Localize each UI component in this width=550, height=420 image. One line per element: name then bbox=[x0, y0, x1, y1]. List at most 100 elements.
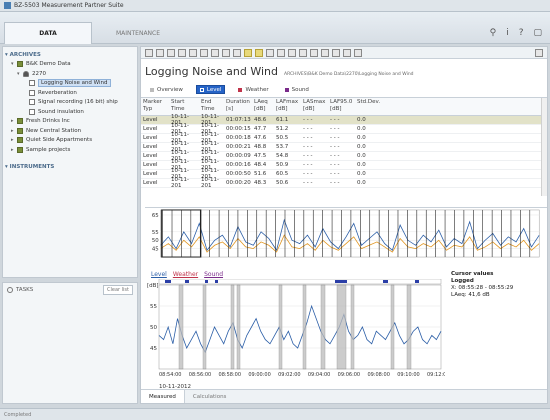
folder-icon bbox=[17, 61, 23, 68]
toolbar-button[interactable] bbox=[167, 48, 175, 57]
column-header-unit: [dB] bbox=[303, 106, 315, 113]
table-cell: 54.8 bbox=[276, 153, 289, 159]
tree-item[interactable]: Logging Noise and Wind bbox=[5, 79, 135, 89]
column-header[interactable]: LAFmax [dB] bbox=[274, 98, 301, 115]
event-bar bbox=[390, 284, 395, 370]
tree-item[interactable]: ▸ Sample projects bbox=[5, 145, 135, 155]
file-icon bbox=[29, 89, 35, 96]
table-cell: Level bbox=[143, 117, 158, 123]
tab-maintenance[interactable]: MAINTENANCE bbox=[94, 22, 182, 44]
toolbar-button[interactable] bbox=[200, 48, 208, 57]
toolbar-button[interactable] bbox=[332, 48, 340, 57]
tab-measured[interactable]: Measured bbox=[141, 390, 185, 403]
tree-item[interactable]: Signal recording (16 bit) ship bbox=[5, 98, 135, 108]
overview-chart[interactable]: 65 55 50 45 bbox=[145, 207, 547, 259]
table-cell: 53.7 bbox=[276, 144, 289, 150]
tree-item-label: New Central Station bbox=[26, 127, 82, 134]
tasks-label[interactable]: TASKS bbox=[16, 287, 33, 293]
table-cell: - - - bbox=[303, 135, 313, 141]
marker-block bbox=[165, 280, 171, 283]
legend-sound[interactable]: Sound bbox=[204, 271, 223, 278]
cursor-x-value: X: 08:55:28 - 08:55:29 bbox=[451, 285, 514, 292]
toolbar-button[interactable] bbox=[277, 48, 285, 57]
toolbar-button[interactable] bbox=[178, 48, 186, 57]
instruments-section[interactable]: ▾ INSTRUMENTS bbox=[5, 163, 135, 173]
legend-weather[interactable]: Weather bbox=[173, 271, 198, 278]
cursor-laeq-value: LAeq: 41,6 dB bbox=[451, 292, 490, 299]
toolbar-button[interactable] bbox=[299, 48, 307, 57]
column-header[interactable]: LAeq [dB] bbox=[252, 98, 274, 115]
view-tab[interactable]: Weather bbox=[235, 85, 271, 94]
info-icon[interactable]: i bbox=[506, 28, 509, 38]
column-header-label: Marker Typ bbox=[143, 99, 163, 113]
table-cell: 00:00:18 bbox=[226, 135, 251, 141]
table-cell: Level bbox=[143, 126, 158, 132]
tree-item-label: Sound insulation bbox=[38, 108, 84, 115]
table-cell: - - - bbox=[303, 144, 313, 150]
stop-button[interactable] bbox=[321, 48, 329, 57]
file-icon bbox=[29, 99, 35, 106]
panel-toggle-button[interactable] bbox=[535, 48, 543, 57]
toolbar-button[interactable] bbox=[244, 48, 252, 57]
table-cell: 48.4 bbox=[254, 162, 267, 168]
column-header[interactable]: Std.Dev. bbox=[355, 98, 381, 115]
page-title: Logging Noise and Wind bbox=[145, 65, 278, 78]
column-header[interactable]: End Time bbox=[199, 98, 224, 115]
tree-item[interactable]: Sound insulation bbox=[5, 107, 135, 117]
play-button[interactable] bbox=[310, 48, 318, 57]
table-cell: Level bbox=[143, 171, 158, 177]
tree-item[interactable]: Reverberation bbox=[5, 88, 135, 98]
x-tick-label: 09:10:00 bbox=[397, 372, 419, 378]
detail-chart[interactable]: 55 50 45 08:54:00 08:56:00 08:58:00 09:00:00 09… bbox=[145, 279, 445, 389]
tab-data[interactable]: DATA bbox=[4, 22, 92, 44]
column-header-unit: [dB] bbox=[330, 106, 342, 113]
view-tab[interactable]: Overview bbox=[147, 85, 186, 94]
tab-calculations[interactable]: Calculations bbox=[185, 390, 235, 403]
toolbar-button[interactable] bbox=[233, 48, 241, 57]
window-icon[interactable]: ▢ bbox=[533, 28, 542, 38]
toolbar-button[interactable] bbox=[222, 48, 230, 57]
help-icon[interactable]: ? bbox=[519, 28, 524, 38]
toolbar-button[interactable] bbox=[255, 48, 263, 57]
x-tick-label: 08:56:00 bbox=[189, 372, 211, 378]
table-cell: Level bbox=[143, 153, 158, 159]
table-row[interactable]: Level 10-11-201 10-11-201 00:00:20 48.3 50.6 -… bbox=[141, 177, 547, 189]
view-tab[interactable]: Sound bbox=[282, 85, 312, 94]
column-header[interactable]: Marker Typ bbox=[141, 98, 169, 115]
table-scrollbar[interactable] bbox=[541, 98, 547, 196]
tree-item[interactable]: ▾ 2270 bbox=[5, 69, 135, 79]
column-header-label: Std.Dev. bbox=[357, 99, 381, 105]
view-tab[interactable]: Level bbox=[195, 85, 226, 94]
toolbar-button[interactable] bbox=[343, 48, 351, 57]
toolbar-button[interactable] bbox=[156, 48, 164, 57]
tree-item-label: B&K Demo Data bbox=[26, 61, 71, 68]
clear-list-button[interactable]: Clear list bbox=[102, 285, 133, 295]
column-header[interactable]: Duration [s] bbox=[224, 98, 252, 115]
view-tab-swatch-icon bbox=[199, 87, 204, 92]
archives-section[interactable]: ▾ ARCHIVES bbox=[5, 50, 135, 60]
column-header[interactable]: LASmax [dB] bbox=[301, 98, 328, 115]
table-cell: 00:00:20 bbox=[226, 180, 251, 186]
table-cell: 47.6 bbox=[254, 135, 267, 141]
table-cell: 47.5 bbox=[254, 153, 267, 159]
toolbar-button[interactable] bbox=[266, 48, 274, 57]
table-cell: 61.1 bbox=[276, 117, 289, 123]
column-header[interactable]: LAF95.0 [dB] bbox=[328, 98, 355, 115]
user-icon[interactable]: ⚲ bbox=[490, 28, 497, 38]
table-cell: - - - bbox=[330, 180, 340, 186]
toolbar-button[interactable] bbox=[288, 48, 296, 57]
sidebar: ▾ ARCHIVES ▾ B&K Demo Data ▾ 2270 Logging No… bbox=[2, 46, 138, 278]
marker-block bbox=[215, 280, 218, 283]
toolbar-button[interactable] bbox=[354, 48, 362, 57]
status-text: Completed bbox=[4, 411, 32, 418]
tree-item[interactable]: ▸ Quiet Side Appartments bbox=[5, 136, 135, 146]
tree-item[interactable]: ▸ New Central Station bbox=[5, 126, 135, 136]
toolbar-button[interactable] bbox=[211, 48, 219, 57]
tree-item[interactable]: ▾ B&K Demo Data bbox=[5, 60, 135, 70]
legend-level[interactable]: Level bbox=[151, 271, 167, 278]
tree-item[interactable]: ▸ Fresh Drinks Inc bbox=[5, 117, 135, 127]
column-header[interactable]: Start Time bbox=[169, 98, 199, 115]
folder-icon bbox=[17, 137, 23, 144]
toolbar-button[interactable] bbox=[189, 48, 197, 57]
toolbar-button[interactable] bbox=[145, 48, 153, 57]
